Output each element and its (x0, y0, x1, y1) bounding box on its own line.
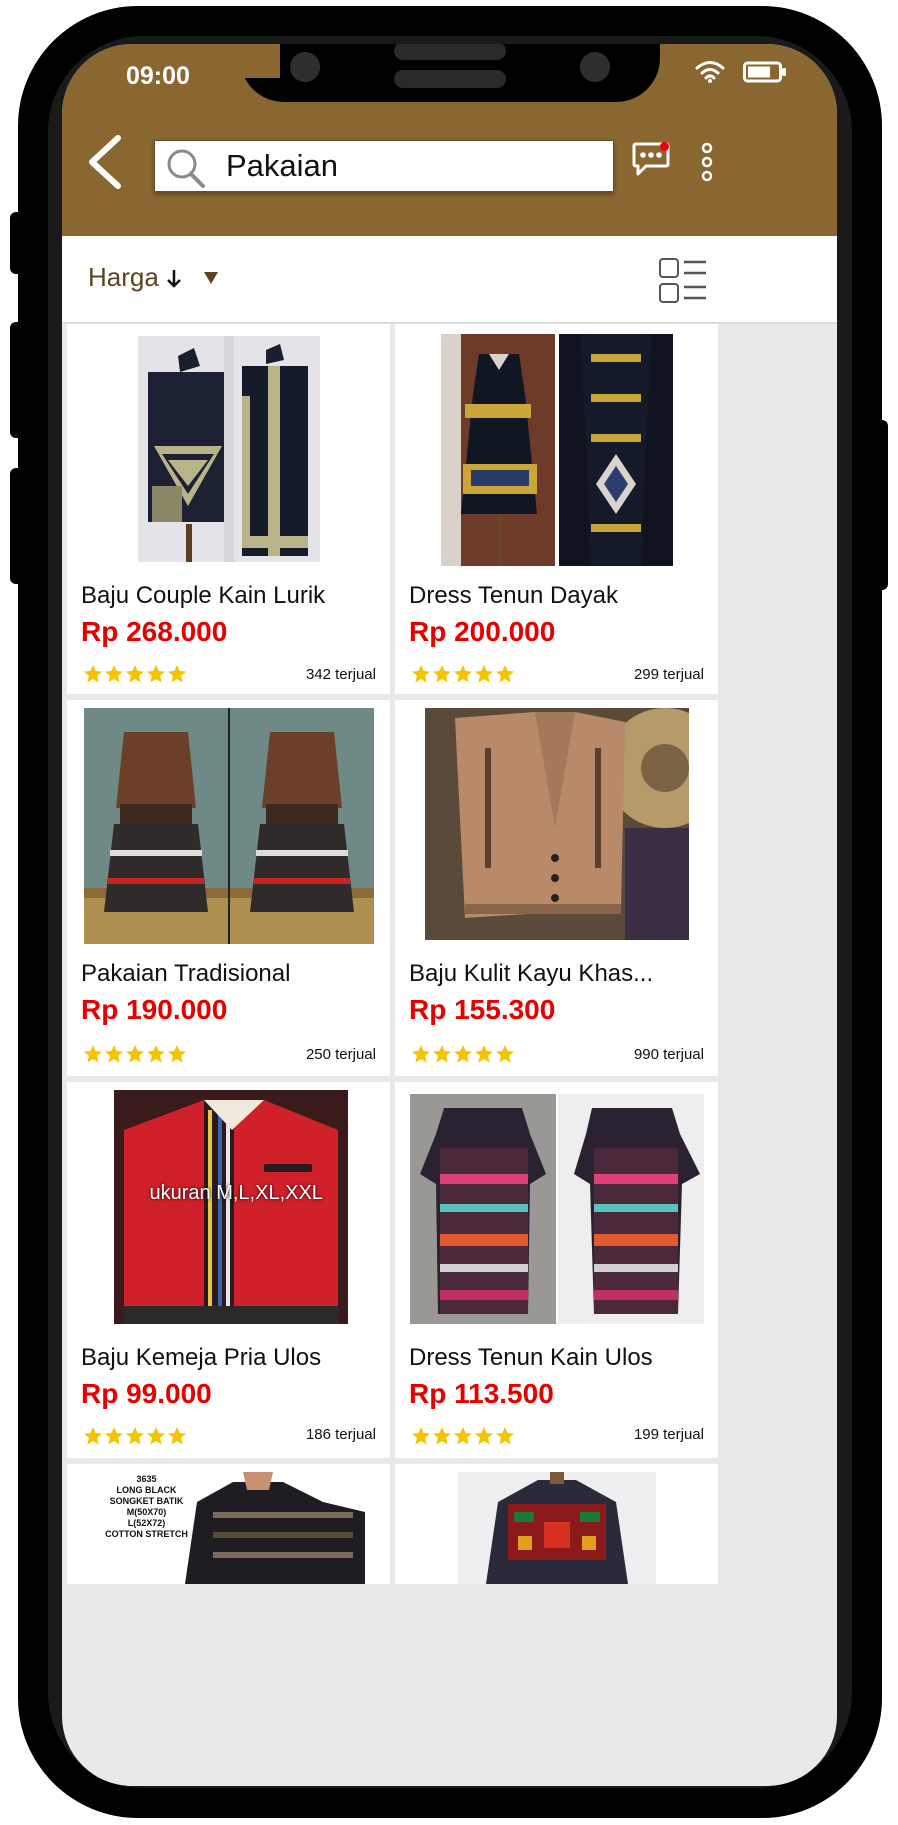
star-icon (454, 665, 472, 683)
star-icon (105, 665, 123, 683)
phone-screen: 09:00 Pakaian Harga Baju Couple Kain Lur… (62, 44, 837, 1786)
star-icon (84, 665, 102, 683)
more-vertical-icon[interactable] (698, 142, 716, 184)
sold-count: 990 terjual (633, 1046, 704, 1063)
sold-count: 250 terjual (305, 1046, 376, 1063)
image-caption: ukuran M,L,XL,XXL (149, 1182, 323, 1204)
star-icon (84, 1045, 102, 1063)
star-icon (126, 1045, 144, 1063)
product-title: Baju Kulit Kayu Khas... (409, 960, 654, 987)
star-icon (412, 1427, 430, 1445)
star-icon (496, 1427, 514, 1445)
search-input[interactable]: Pakaian (226, 150, 338, 182)
front-sensor (580, 52, 610, 82)
product-card[interactable]: Dress Tenun Kain Ulos Rp 113.500 199 ter… (395, 1082, 718, 1458)
front-camera (290, 52, 320, 82)
product-title: Dress Tenun Kain Ulos (409, 1344, 653, 1371)
star-icon (496, 665, 514, 683)
star-icon (105, 1427, 123, 1445)
star-icon (454, 1045, 472, 1063)
star-icon (433, 665, 451, 683)
search-icon (167, 149, 205, 188)
back-arrow-icon[interactable] (80, 132, 128, 192)
product-title: Baju Couple Kain Lurik (81, 582, 326, 609)
star-icon (496, 1045, 514, 1063)
image-label: 3635 LONG BLACK SONGKET BATIK M(50X70) L… (105, 1474, 188, 1539)
rating-stars (411, 664, 515, 684)
sold-count: 342 terjual (305, 666, 376, 683)
star-icon (475, 1045, 493, 1063)
star-icon (412, 1045, 430, 1063)
caret-down-icon (203, 271, 218, 284)
rating-stars (83, 1044, 187, 1064)
product-title: Baju Kemeja Pria Ulos (81, 1344, 322, 1371)
product-card[interactable] (395, 1464, 718, 1584)
wifi-icon (695, 61, 725, 83)
rating-stars (83, 664, 187, 684)
product-image (67, 708, 390, 944)
product-card[interactable]: 3635 LONG BLACK SONGKET BATIK M(50X70) L… (67, 1464, 390, 1584)
sold-count: 186 terjual (305, 1426, 376, 1443)
speaker-grille (394, 70, 506, 88)
product-title: Pakaian Tradisional (81, 960, 291, 987)
product-price: Rp 113.500 (409, 1378, 554, 1409)
product-card[interactable]: Baju Kulit Kayu Khas... Rp 155.300 990 t… (395, 700, 718, 1076)
star-icon (105, 1045, 123, 1063)
star-icon (168, 665, 186, 683)
star-icon (475, 665, 493, 683)
product-card[interactable]: Baju Couple Kain Lurik Rp 268.000 342 te… (67, 324, 390, 694)
star-icon (168, 1045, 186, 1063)
app-header: 09:00 Pakaian (62, 44, 837, 236)
product-image (395, 1090, 718, 1325)
status-time: 09:00 (126, 62, 190, 90)
rating-stars (411, 1426, 515, 1446)
star-icon (433, 1427, 451, 1445)
sort-label: Harga (88, 262, 159, 292)
product-price: Rp 190.000 (81, 994, 228, 1025)
sort-dropdown[interactable]: Harga (88, 262, 219, 293)
product-title: Dress Tenun Dayak (409, 582, 618, 609)
star-icon (147, 1045, 165, 1063)
product-price: Rp 155.300 (409, 994, 556, 1025)
product-card[interactable]: Pakaian Tradisional Rp 190.000 250 terju… (67, 700, 390, 1076)
list-view-icon[interactable] (658, 256, 708, 306)
star-icon (126, 665, 144, 683)
star-icon (84, 1427, 102, 1445)
product-card[interactable]: Dress Tenun Dayak Rp 200.000 299 terjual (395, 324, 718, 694)
product-price: Rp 200.000 (409, 616, 556, 647)
arrow-down-icon (166, 269, 181, 288)
star-icon (126, 1427, 144, 1445)
filter-bar: Harga (62, 236, 837, 324)
star-icon (168, 1427, 186, 1445)
star-icon (433, 1045, 451, 1063)
star-icon (412, 665, 430, 683)
star-icon (475, 1427, 493, 1445)
product-image (67, 332, 390, 567)
product-image (395, 332, 718, 567)
product-image (395, 708, 718, 943)
speaker-grille (394, 44, 506, 60)
star-icon (454, 1427, 472, 1445)
product-image: 3635 LONG BLACK SONGKET BATIK M(50X70) L… (67, 1472, 390, 1707)
product-price: Rp 99.000 (81, 1378, 212, 1409)
sold-count: 199 terjual (633, 1426, 704, 1443)
product-card[interactable]: ukuran M,L,XL,XXL Baju Kemeja Pria Ulos … (67, 1082, 390, 1458)
sold-count: 299 terjual (633, 666, 704, 683)
notification-dot (660, 142, 669, 151)
rating-stars (411, 1044, 515, 1064)
product-image (395, 1472, 718, 1707)
product-price: Rp 268.000 (81, 616, 228, 647)
product-image: ukuran M,L,XL,XXL (67, 1090, 390, 1325)
star-icon (147, 665, 165, 683)
rating-stars (83, 1426, 187, 1446)
status-icons (695, 60, 787, 84)
battery-icon (743, 61, 786, 83)
phone-notch (240, 44, 660, 102)
star-icon (147, 1427, 165, 1445)
search-bar[interactable]: Pakaian (154, 140, 614, 192)
